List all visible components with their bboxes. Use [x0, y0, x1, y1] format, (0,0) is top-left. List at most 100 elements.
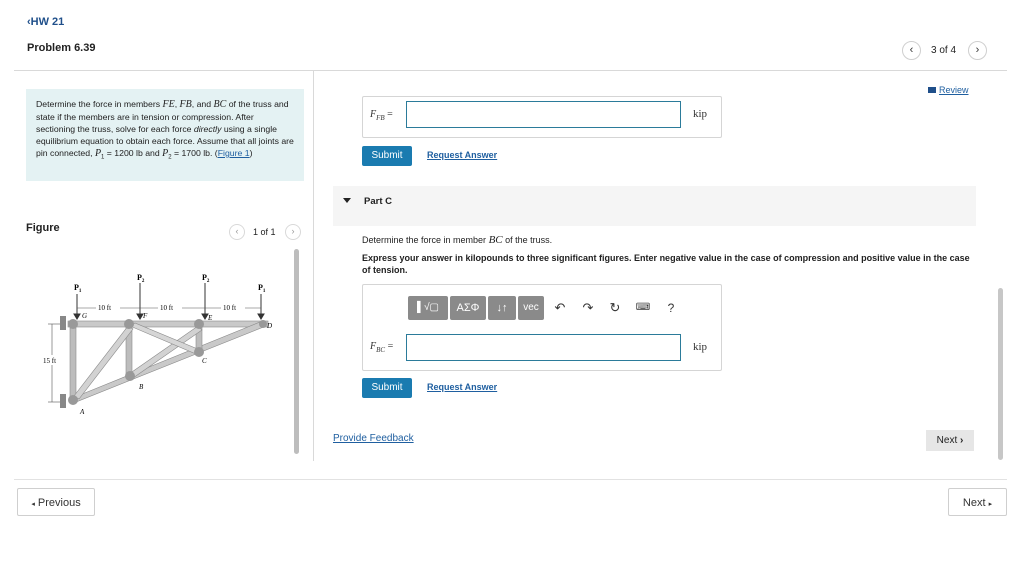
statement-and: , and — [191, 99, 214, 109]
joint-label-c: C — [202, 357, 207, 365]
partc-request-answer-link[interactable]: Request Answer — [427, 382, 497, 392]
figure-heading: Figure — [26, 222, 60, 234]
next-part-label: Next — [936, 435, 958, 446]
dimension-label-3: 10 ft — [223, 304, 236, 312]
dimension-label-2: 10 ft — [160, 304, 173, 312]
arrows-button[interactable]: ↓↑ — [488, 296, 516, 320]
member-ga — [69, 327, 77, 400]
partb-eq: = — [384, 109, 393, 120]
problem-statement: Determine the force in members FE, FB, a… — [26, 89, 304, 181]
partb-answer-input[interactable] — [406, 101, 681, 128]
support-a — [60, 394, 66, 408]
next-part-button[interactable]: Next › — [926, 430, 974, 451]
load-p2-right: P2 — [202, 273, 210, 284]
statement-and: and — [142, 148, 163, 158]
greek-button[interactable]: ΑΣΦ — [450, 296, 486, 320]
partc-member: BC — [488, 234, 503, 246]
reset-icon[interactable]: ↻ — [605, 296, 625, 320]
back-to-hw-link[interactable]: ‹HW 21 — [27, 16, 64, 28]
templates-button[interactable]: ▌√▢ — [408, 296, 448, 320]
member-bc: BC — [213, 99, 227, 110]
caret-down-icon — [343, 198, 351, 203]
column-divider — [313, 71, 314, 461]
p1-value: = 1200 lb — [104, 148, 143, 158]
joint-label-b: B — [139, 383, 144, 391]
vector-button[interactable]: vec — [518, 296, 544, 320]
partc-variable: FBC = — [370, 341, 393, 354]
keyboard-icon[interactable]: ⌨ — [633, 296, 653, 320]
partc-question-text: Determine the force in member — [362, 235, 489, 245]
previous-item-button[interactable]: ‹ — [902, 41, 921, 60]
dimension-label-1: 10 ft — [98, 304, 111, 312]
figure-link[interactable]: Figure 1 — [218, 148, 250, 158]
truss-figure: P1 P2 P2 P1 10 ft 10 ft 10 ft 15 ft G F … — [42, 273, 272, 416]
partc-question: Determine the force in member BC of the … — [362, 234, 552, 246]
load-p1-right: P1 — [258, 283, 266, 294]
partc-submit-button[interactable]: Submit — [362, 378, 412, 398]
undo-icon[interactable]: ↶ — [550, 296, 570, 320]
joint-d — [259, 320, 267, 328]
partc-answer-input[interactable] — [406, 334, 681, 361]
help-button[interactable]: ? — [661, 296, 681, 320]
previous-button[interactable]: ◂ Previous — [17, 488, 95, 516]
chevron-right-icon: › — [975, 44, 980, 56]
support-g — [60, 316, 66, 330]
joint-a — [68, 395, 78, 405]
partb-submit-button[interactable]: Submit — [362, 146, 412, 166]
partb-variable: FFB = — [370, 109, 393, 122]
member-fe: FE — [162, 99, 175, 110]
partc-eq: = — [385, 341, 394, 352]
joint-label-f: F — [142, 312, 148, 320]
height-label: 15 ft — [43, 357, 56, 365]
chevron-left-icon: ‹ — [909, 44, 914, 56]
joint-label-d: D — [266, 322, 272, 330]
joint-label-e: E — [207, 314, 213, 322]
next-item-button[interactable]: › — [968, 41, 987, 60]
joint-label-a: A — [79, 408, 85, 416]
partc-unit: kip — [693, 341, 708, 353]
partb-sub: FB — [376, 114, 385, 122]
content-scrollbar[interactable] — [998, 288, 1003, 460]
statement-text: Determine the force in members — [36, 99, 163, 109]
back-label: HW 21 — [30, 16, 65, 28]
review-icon — [928, 87, 936, 93]
partc-header[interactable] — [333, 186, 976, 226]
page-count: 3 of 4 — [931, 45, 957, 56]
partb-request-answer-link[interactable]: Request Answer — [427, 150, 497, 160]
chevron-right-icon: › — [291, 226, 295, 236]
joint-b — [125, 371, 135, 381]
joint-label-g: G — [82, 312, 87, 320]
redo-icon[interactable]: ↷ — [578, 296, 598, 320]
next-label: Next — [962, 497, 986, 509]
partc-sub: BC — [376, 346, 386, 354]
review-label: Review — [939, 85, 969, 95]
partb-unit: kip — [693, 108, 708, 120]
joint-f — [124, 319, 134, 329]
joint-e — [194, 319, 204, 329]
caret-left-icon: ◂ — [31, 501, 35, 508]
header-divider — [14, 70, 1007, 71]
previous-label: Previous — [37, 497, 81, 509]
top-chord — [67, 320, 269, 328]
chevron-right-icon: › — [960, 435, 964, 446]
provide-feedback-link[interactable]: Provide Feedback — [333, 433, 414, 444]
review-link[interactable]: Review — [928, 85, 969, 95]
bottom-chord — [69, 321, 267, 403]
load-p1-left: P1 — [74, 283, 82, 294]
p2-value: = 1700 lb — [171, 148, 210, 158]
joint-c — [194, 347, 204, 357]
figure-prev-button[interactable]: ‹ — [229, 224, 245, 240]
chevron-left-icon: ‹ — [235, 226, 239, 236]
partc-question-text: of the truss. — [502, 235, 553, 245]
next-button[interactable]: Next ▸ — [948, 488, 1007, 516]
footer-divider — [14, 479, 1007, 480]
partc-title: Part C — [364, 196, 392, 207]
figure-next-button[interactable]: › — [285, 224, 301, 240]
load-p2-left: P2 — [137, 273, 145, 284]
problem-title: Problem 6.39 — [27, 42, 96, 54]
joint-g — [68, 319, 78, 329]
statement-directly: directly — [193, 124, 222, 134]
figure-scrollbar[interactable] — [294, 249, 299, 454]
partc-instructions: Express your answer in kilopounds to thr… — [362, 253, 970, 275]
caret-right-icon: ▸ — [988, 501, 993, 508]
